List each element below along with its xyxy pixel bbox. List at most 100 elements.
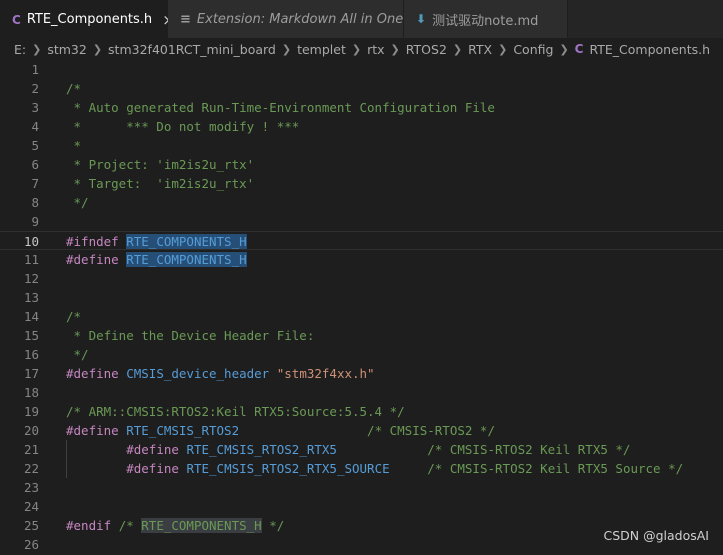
code-line[interactable]: 4 * *** Do not modify ! *** (0, 117, 723, 136)
code-line[interactable]: 24 (0, 497, 723, 516)
code-line[interactable]: 3 * Auto generated Run-Time-Environment … (0, 98, 723, 117)
line-number: 16 (23, 347, 39, 362)
code-token: #endif (66, 518, 112, 533)
line-number: 6 (31, 157, 39, 172)
code-line[interactable]: 6 * Project: 'im2is2u_rtx' (0, 155, 723, 174)
breadcrumb-item[interactable]: Config (513, 42, 553, 57)
line-number: 20 (23, 423, 39, 438)
code-token: /* CMSIS-RTOS2 */ (367, 423, 495, 438)
code-token: /* (118, 518, 142, 533)
code-line[interactable]: 10 #ifndef RTE_COMPONENTS_H (0, 231, 723, 250)
code-text: #define CMSIS_device_header "stm32f4xx.h… (66, 364, 375, 383)
code-token: */ (261, 518, 285, 533)
code-text: * Auto generated Run-Time-Environment Co… (66, 98, 495, 117)
code-token: * Project: 'im2is2u_rtx' (66, 157, 255, 172)
code-text: */ (66, 345, 89, 364)
code-token: RTE_CMSIS_RTOS2 (126, 423, 240, 438)
breadcrumb-item[interactable]: rtx (367, 42, 384, 57)
extension-icon: ≡ (180, 11, 191, 27)
code-token: /* CMSIS-RTOS2 Keil RTX5 Source */ (427, 461, 684, 476)
code-text: * Project: 'im2is2u_rtx' (66, 155, 255, 174)
code-line[interactable]: 17 #define CMSIS_device_header "stm32f4xx… (0, 364, 723, 383)
tab-markdown-extension[interactable]: ≡ Extension: Markdown All in One (168, 0, 404, 38)
chevron-right-icon: ❯ (351, 42, 362, 56)
code-token: #define (66, 423, 119, 438)
tab-note-md[interactable]: ⬇ 测试驱动note.md (404, 0, 568, 38)
code-token: RTE_COMPONENTS_H (126, 252, 247, 267)
breadcrumb-item[interactable]: stm32f401RCT_mini_board (108, 42, 276, 57)
line-number: 23 (23, 480, 39, 495)
code-text: * Define the Device Header File: (66, 326, 315, 345)
chevron-right-icon: ❯ (281, 42, 292, 56)
code-line[interactable]: 11 #define RTE_COMPONENTS_H (0, 250, 723, 269)
tab-label: RTE_Components.h (26, 12, 153, 27)
code-line[interactable]: 12 (0, 269, 723, 288)
line-number: 19 (23, 404, 39, 419)
code-line[interactable]: 8 */ (0, 193, 723, 212)
code-text: * Target: 'im2is2u_rtx' (66, 174, 255, 193)
line-number: 15 (23, 328, 39, 343)
code-token: /* (66, 309, 82, 324)
breadcrumb-item[interactable]: RTE_Components.h (589, 42, 710, 57)
code-text: * (66, 136, 82, 155)
line-number: 7 (31, 176, 39, 191)
breadcrumb-item[interactable]: RTOS2 (406, 42, 447, 57)
code-text: #define RTE_COMPONENTS_H (66, 250, 247, 269)
tab-label: 测试驱动note.md (432, 13, 539, 29)
chevron-right-icon: ❯ (452, 42, 463, 56)
chevron-right-icon: ❯ (92, 42, 103, 56)
breadcrumb-item[interactable]: templet (297, 42, 346, 57)
line-number: 1 (31, 62, 39, 77)
code-token: /* (66, 81, 82, 96)
code-token: * (66, 138, 82, 153)
line-number: 21 (23, 442, 39, 457)
code-line[interactable]: 19 /* ARM::CMSIS:RTOS2:Keil RTX5:Source:5… (0, 402, 723, 421)
code-text: #define RTE_CMSIS_RTOS2_RTX5_SOURCE /* C… (66, 459, 683, 478)
breadcrumb-item[interactable]: RTX (468, 42, 492, 57)
code-line[interactable]: 21 #define RTE_CMSIS_RTOS2_RTX5 /* CMSIS… (0, 440, 723, 459)
code-line[interactable]: 22 #define RTE_CMSIS_RTOS2_RTX5_SOURCE /… (0, 459, 723, 478)
code-token: */ (66, 347, 89, 362)
code-line[interactable]: 18 (0, 383, 723, 402)
line-number: 9 (31, 214, 39, 229)
line-number: 12 (23, 271, 39, 286)
c-file-icon: C (574, 42, 584, 56)
code-line[interactable]: 20 #define RTE_CMSIS_RTOS2 /* CMSIS-RTOS2… (0, 421, 723, 440)
line-number: 10 (23, 234, 39, 249)
code-token: * Define the Device Header File: (66, 328, 315, 343)
code-text: #ifndef RTE_COMPONENTS_H (66, 232, 247, 251)
code-text: #define RTE_CMSIS_RTOS2 /* CMSIS-RTOS2 *… (66, 421, 495, 440)
code-token: "stm32f4xx.h" (276, 366, 375, 381)
code-editor[interactable]: 1 2/* 3 * Auto generated Run-Time-Environm… (0, 60, 723, 555)
code-line[interactable]: 23 (0, 478, 723, 497)
code-line[interactable]: 7 * Target: 'im2is2u_rtx' (0, 174, 723, 193)
code-line[interactable]: 1 (0, 60, 723, 79)
code-line[interactable]: 5 * (0, 136, 723, 155)
line-number: 24 (23, 499, 39, 514)
editor-tab-bar: C RTE_Components.h × ≡ Extension: Markdo… (0, 0, 723, 38)
breadcrumb-item[interactable]: E: (14, 42, 26, 57)
code-token: * Target: 'im2is2u_rtx' (66, 176, 255, 191)
line-number: 26 (23, 537, 39, 552)
code-token: CMSIS_device_header (126, 366, 270, 381)
tab-rte-components[interactable]: C RTE_Components.h × (0, 0, 175, 38)
code-line[interactable]: 2 /* (0, 79, 723, 98)
code-token: #define (126, 442, 179, 457)
code-line[interactable]: 16 */ (0, 345, 723, 364)
chevron-right-icon: ❯ (559, 42, 569, 56)
tab-label: Extension: Markdown All in One (196, 11, 404, 27)
code-line[interactable]: 9 (0, 212, 723, 231)
breadcrumb-item[interactable]: stm32 (47, 42, 87, 57)
line-number: 25 (23, 518, 39, 533)
code-token: RTE_CMSIS_RTOS2_RTX5 (186, 442, 337, 457)
line-number: 8 (31, 195, 39, 210)
code-line[interactable]: 14 /* (0, 307, 723, 326)
code-text: /* (66, 79, 81, 98)
code-line[interactable]: 15 * Define the Device Header File: (0, 326, 723, 345)
code-line[interactable]: 13 (0, 288, 723, 307)
code-token: #define (126, 461, 179, 476)
